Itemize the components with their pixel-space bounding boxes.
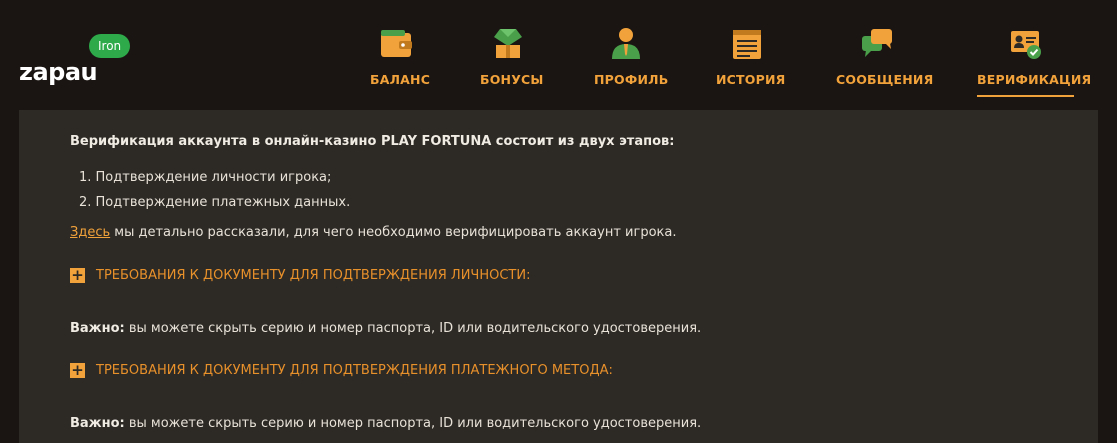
nav-label: ИСТОРИЯ [716,72,786,87]
nav-label: СООБЩЕНИЯ [836,72,934,87]
level-badge: Iron [89,34,131,58]
info-line: Здесь мы детально рассказали, для чего н… [70,225,676,240]
site-logo[interactable]: zapau [19,58,98,86]
nav-item-history[interactable]: ИСТОРИЯ [716,26,786,87]
list-item: 1. Подтверждение личности игрока; [79,170,332,185]
header: zapau Iron БАЛАНС БОНУСЫ ПРОФИЛЬ ИСТОРИЯ… [0,0,1117,110]
important-note: Важно: вы можете скрыть серию и номер па… [70,321,701,336]
important-label: Важно: [70,321,125,336]
verification-panel: Верификация аккаунта в онлайн-казино PLA… [19,110,1098,443]
plus-icon: + [70,266,85,284]
info-text: мы детально рассказали, для чего необход… [110,225,677,240]
nav-label: ВЕРИФИКАЦИЯ [977,72,1091,97]
list-item: 2. Подтверждение платежных данных. [79,195,351,210]
nav-item-balance[interactable]: БАЛАНС [370,26,431,87]
nav-item-profile[interactable]: ПРОФИЛЬ [594,26,669,87]
nav-item-messages[interactable]: СООБЩЕНИЯ [836,26,934,87]
steps-list: 1. Подтверждение личности игрока; 2. Под… [70,165,350,215]
nav-label: БАЛАНС [370,72,431,87]
important-note: Важно: вы можете скрыть серию и номер па… [70,416,701,431]
user-icon [612,28,640,59]
plus-icon: + [70,361,85,379]
chat-icon [862,29,892,57]
intro-text: Верификация аккаунта в онлайн-казино PLA… [70,134,675,149]
important-text: вы можете скрыть серию и номер паспорта,… [124,321,702,336]
id-card-check-icon [1010,31,1041,59]
important-label: Важно: [70,416,125,431]
accordion-identity-requirements[interactable]: + ТРЕБОВАНИЯ К ДОКУМЕНТУ ДЛЯ ПОДТВЕРЖДЕН… [70,268,530,283]
nav-label: ПРОФИЛЬ [594,72,669,87]
important-text: вы можете скрыть серию и номер паспорта,… [124,416,702,431]
accordion-payment-requirements[interactable]: + ТРЕБОВАНИЯ К ДОКУМЕНТУ ДЛЯ ПОДТВЕРЖДЕН… [70,363,613,378]
nav-item-verification[interactable]: ВЕРИФИКАЦИЯ [977,26,1091,97]
nav-label: БОНУСЫ [480,72,544,87]
here-link[interactable]: Здесь [70,225,110,240]
gift-icon [494,29,522,58]
accordion-label: ТРЕБОВАНИЯ К ДОКУМЕНТУ ДЛЯ ПОДТВЕРЖДЕНИЯ… [96,363,613,378]
nav-item-bonuses[interactable]: БОНУСЫ [480,26,544,87]
accordion-label: ТРЕБОВАНИЯ К ДОКУМЕНТУ ДЛЯ ПОДТВЕРЖДЕНИЯ… [96,268,531,283]
wallet-icon [381,30,412,57]
notepad-icon [733,30,761,59]
